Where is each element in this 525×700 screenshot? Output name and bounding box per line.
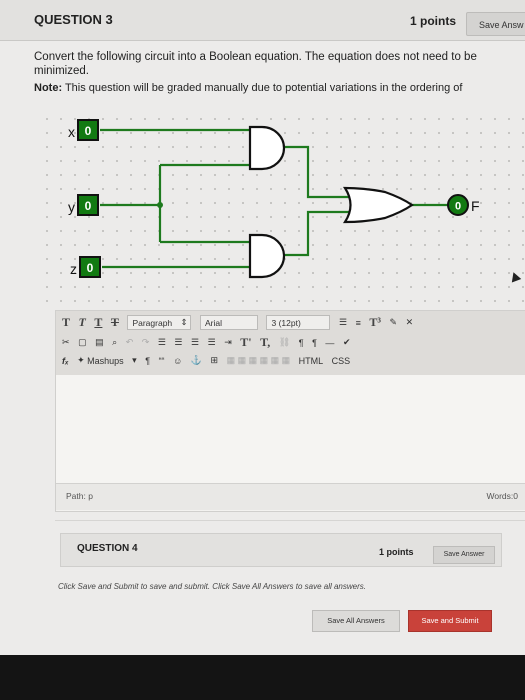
css-button[interactable]: CSS	[332, 356, 351, 366]
italic-button[interactable]: T	[79, 315, 86, 330]
eraser-icon[interactable]: ✎	[390, 317, 398, 328]
text-color-button[interactable]: T³	[369, 315, 381, 330]
circuit-svg: x 0 y 0 z 0 0 F	[68, 119, 480, 279]
save-and-submit-button[interactable]: Save and Submit	[408, 610, 492, 632]
html-button[interactable]: HTML	[299, 356, 324, 366]
question-4-save-answer-button[interactable]: Save Answer	[433, 546, 495, 564]
toolbar-row-1: T T T T Paragraph ⇕ Arial 3 (12pt) ☰ ≡ T…	[62, 315, 419, 333]
screen-bezel	[0, 655, 525, 700]
fullscreen-icon[interactable]: ✕	[406, 317, 414, 328]
superscript-button[interactable]: T'	[240, 335, 251, 350]
output-f-label: F	[471, 198, 480, 214]
copy-icon[interactable]: ▢	[78, 337, 87, 348]
toolbar-row-2: ✂ ▢ ▤ ⌕ ↶ ↷ ☰ ☰ ☰ ☰ ⇥ T' T, ⛓ ¶ ¶ — ✔	[62, 335, 356, 353]
indent-icon[interactable]: ⇥	[224, 337, 232, 348]
question-4-title: QUESTION 4	[77, 543, 138, 554]
save-all-answers-button[interactable]: Save All Answers	[312, 610, 400, 632]
and-gate-2	[248, 233, 286, 279]
emoticon-icon[interactable]: ☺	[173, 356, 182, 366]
underline-button[interactable]: T	[94, 315, 102, 330]
math-function-button[interactable]: fₓ	[62, 356, 69, 366]
question-3-header: QUESTION 3 1 points Save Answ	[0, 0, 525, 41]
note-label: Note:	[34, 82, 63, 94]
save-answer-button[interactable]: Save Answ	[466, 12, 525, 36]
section-divider	[55, 520, 525, 521]
blockquote-button[interactable]: ““	[159, 356, 165, 366]
input-z-value: 0	[87, 261, 94, 275]
font-select[interactable]: Arial	[199, 315, 258, 330]
table-icon[interactable]: ⊞	[211, 355, 219, 366]
question-note: Note: This question will be graded manua…	[34, 82, 525, 94]
or-gate	[342, 186, 414, 224]
horizontal-rule-icon[interactable]: —	[325, 338, 334, 348]
editor-status-bar: Path: p Words:0	[56, 483, 525, 510]
size-select[interactable]: 3 (12pt)	[266, 315, 331, 330]
input-x-label: x	[68, 124, 75, 140]
align-left-icon[interactable]: ☰	[158, 337, 166, 348]
font-select-value: Arial	[204, 317, 222, 328]
question-prompt: Convert the following circuit into a Boo…	[34, 51, 477, 77]
bullet-list-icon[interactable]: ☰	[339, 317, 347, 328]
size-select-value: 3 (12pt)	[271, 317, 301, 328]
paragraph-mark-button[interactable]: ¶	[145, 356, 150, 366]
subscript-button[interactable]: T,	[260, 335, 270, 350]
table-tools-icon[interactable]: ▦ ▦ ▦ ▦ ▦ ▦	[227, 355, 291, 366]
editor-path: Path: p	[66, 491, 93, 501]
toolbar-row-3: fₓ ✦ Mashups ▾ ¶ ““ ☺ ⚓ ⊞ ▦ ▦ ▦ ▦ ▦ ▦ HT…	[62, 355, 356, 373]
paragraph-select-value: Paragraph	[132, 317, 173, 328]
editor-text-area[interactable]	[56, 375, 525, 483]
and-gate-1	[248, 125, 286, 171]
submit-instructions: Click Save and Submit to save and submit…	[58, 582, 366, 591]
input-x-value: 0	[85, 124, 92, 138]
redo-icon[interactable]: ↷	[142, 337, 150, 348]
link-icon[interactable]: ⛓	[279, 337, 290, 348]
page: QUESTION 3 1 points Save Answ Convert th…	[0, 0, 525, 655]
note-text: This question will be graded manually du…	[62, 82, 463, 94]
ltr-icon[interactable]: ¶	[299, 338, 304, 348]
wire-and1-out	[282, 145, 352, 199]
input-z-label: z	[70, 261, 77, 277]
spellcheck-icon[interactable]: ✔	[343, 337, 351, 348]
strikethrough-button[interactable]: T	[111, 315, 119, 330]
question-3-title: QUESTION 3	[34, 12, 113, 27]
align-justify-icon[interactable]: ☰	[208, 337, 216, 348]
undo-icon[interactable]: ↶	[126, 337, 134, 348]
wire-and2-out	[282, 210, 352, 257]
attachment-icon[interactable]: ⚓	[191, 355, 202, 366]
paragraph-select[interactable]: Paragraph ⇕	[127, 315, 192, 330]
circuit-diagram: x 0 y 0 z 0 0 F	[40, 112, 525, 302]
input-y-label: y	[68, 199, 75, 215]
editor-toolbar: T T T T Paragraph ⇕ Arial 3 (12pt) ☰ ≡ T…	[56, 311, 525, 376]
output-f-value: 0	[455, 201, 461, 213]
word-count: Words:0	[486, 491, 519, 501]
mashups-button[interactable]: ✦ Mashups ▾	[77, 355, 137, 366]
question-4-header: QUESTION 4 1 points Save Answer	[60, 533, 502, 567]
wire-junction	[157, 202, 163, 208]
input-y-value: 0	[85, 199, 92, 213]
find-icon[interactable]: ⌕	[112, 337, 117, 348]
paste-icon[interactable]: ▤	[95, 337, 104, 348]
mashups-label: Mashups	[87, 355, 124, 366]
cut-icon[interactable]: ✂	[62, 337, 70, 348]
align-center-icon[interactable]: ☰	[174, 337, 182, 348]
numbered-list-icon[interactable]: ≡	[356, 318, 361, 328]
answer-editor: T T T T Paragraph ⇕ Arial 3 (12pt) ☰ ≡ T…	[55, 310, 525, 512]
bold-button[interactable]: T	[62, 315, 70, 330]
align-right-icon[interactable]: ☰	[191, 337, 199, 348]
question-3-points: 1 points	[410, 14, 457, 28]
question-4-points: 1 points	[379, 547, 414, 557]
rtl-icon[interactable]: ¶	[312, 338, 317, 348]
